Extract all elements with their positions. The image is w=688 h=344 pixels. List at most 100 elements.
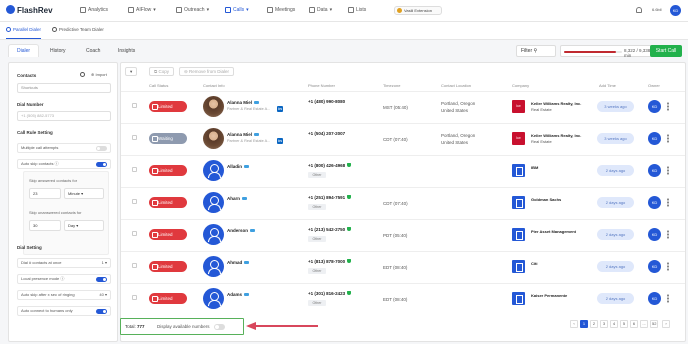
table-row[interactable]: Limited Ahmad +1 (813) 878-7000 Other EDT (0… bbox=[121, 251, 685, 281]
company-name[interactable]: Keller Williams Realty, Inc. Real Estate bbox=[531, 101, 581, 113]
app-logo[interactable]: FlashRev bbox=[6, 5, 53, 15]
table-row[interactable]: Waiting Alanna Miel Partner & Real Estate … bbox=[121, 123, 685, 153]
nav-calls[interactable]: Calls ▾ bbox=[225, 7, 249, 13]
table-row[interactable]: Limited Anderson +1 (213) 542-2750 Other PDT… bbox=[121, 219, 685, 249]
row-menu-icon[interactable] bbox=[667, 102, 669, 111]
tab-dialer[interactable]: Dialer bbox=[8, 44, 40, 57]
phone-number[interactable]: +1 (480) 990-8080 bbox=[308, 99, 345, 104]
row-checkbox[interactable] bbox=[132, 135, 137, 140]
phone-number[interactable]: +1 (251) 894-7591 bbox=[308, 195, 352, 200]
row-checkbox[interactable] bbox=[132, 231, 137, 236]
page-button[interactable]: 52 bbox=[650, 320, 659, 328]
auto-skip-ringing-select[interactable]: 40 ▾ bbox=[99, 291, 107, 299]
select-all-dropdown[interactable]: ▾ bbox=[125, 67, 138, 76]
contact-name[interactable]: Alanna Miel bbox=[227, 100, 260, 105]
page-button[interactable]: 4 bbox=[610, 320, 618, 328]
owner-avatar[interactable]: KD bbox=[648, 132, 661, 145]
owner-avatar[interactable]: KD bbox=[648, 260, 661, 273]
row-checkbox[interactable] bbox=[132, 295, 137, 300]
phone-number[interactable]: +1 (504) 207-2007 bbox=[308, 131, 345, 136]
contact-name[interactable]: Ahmad bbox=[227, 260, 250, 265]
header-company[interactable]: Company bbox=[512, 83, 529, 88]
contact-name[interactable]: Alladin bbox=[227, 164, 250, 169]
contact-name[interactable]: Anderson bbox=[227, 228, 256, 233]
page-button[interactable]: 6 bbox=[630, 320, 638, 328]
contact-name[interactable]: Adams bbox=[227, 292, 250, 297]
company-name[interactable]: Citi bbox=[531, 261, 537, 267]
import-button[interactable]: ⊕ Import bbox=[91, 72, 107, 77]
table-row[interactable]: Limited Adams +1 (301) 816-2423 Other EDT (0… bbox=[121, 283, 685, 313]
filter-button[interactable]: Filter ⚲ bbox=[516, 45, 556, 57]
owner-avatar[interactable]: KD bbox=[648, 228, 661, 241]
header-owner[interactable]: Owner bbox=[648, 83, 660, 88]
company-name[interactable]: Pier Asset Management bbox=[531, 229, 576, 235]
phone-number[interactable]: +1 (213) 542-2750 bbox=[308, 227, 352, 232]
row-checkbox[interactable] bbox=[132, 263, 137, 268]
phone-number[interactable]: +1 (800) 426-4968 bbox=[308, 163, 352, 168]
start-call-button[interactable]: Start Call bbox=[650, 45, 682, 57]
bell-icon[interactable] bbox=[636, 7, 642, 13]
contact-name[interactable]: Alanna Miel bbox=[227, 132, 260, 137]
linkedin-icon[interactable]: in bbox=[277, 138, 283, 144]
next-page-icon[interactable]: › bbox=[662, 320, 670, 328]
nav-lists[interactable]: Lists bbox=[348, 7, 366, 13]
row-menu-icon[interactable] bbox=[667, 294, 669, 303]
company-name[interactable]: Keller Williams Realty, Inc. Real Estate bbox=[531, 133, 581, 145]
row-menu-icon[interactable] bbox=[667, 134, 669, 143]
dial-number-select[interactable]: +1 (505) 882-5773 bbox=[17, 111, 111, 121]
row-menu-icon[interactable] bbox=[667, 262, 669, 271]
contact-name[interactable]: Aharn bbox=[227, 196, 248, 201]
row-checkbox[interactable] bbox=[132, 103, 137, 108]
local-presence-toggle[interactable] bbox=[96, 277, 107, 282]
company-name[interactable]: Kaiser Permanente bbox=[531, 293, 567, 299]
nav-outreach[interactable]: Outreach ▾ bbox=[176, 7, 209, 13]
owner-avatar[interactable]: KD bbox=[648, 164, 661, 177]
header-phone-number[interactable]: Phone Number bbox=[308, 83, 335, 88]
table-row[interactable]: Limited Aharn +1 (251) 894-7591 Other CDT (0… bbox=[121, 187, 685, 217]
header-timezone[interactable]: Timezone bbox=[383, 83, 400, 88]
nav-data[interactable]: Data ▾ bbox=[309, 7, 332, 13]
owner-avatar[interactable]: KD bbox=[648, 100, 661, 113]
table-row[interactable]: Limited Alanna Miel Partner & Real Estate … bbox=[121, 91, 685, 121]
header-add-time[interactable]: Add Time bbox=[599, 83, 616, 88]
company-name[interactable]: IBM bbox=[531, 165, 538, 171]
skip-unanswered-unit[interactable]: Day ▾ bbox=[64, 220, 104, 231]
header-contact-location[interactable]: Contact Location bbox=[441, 83, 471, 88]
table-row[interactable]: Limited Alladin +1 (800) 426-4968 Other IBM 2… bbox=[121, 155, 685, 185]
owner-avatar[interactable]: KD bbox=[648, 196, 661, 209]
user-avatar[interactable]: KD bbox=[670, 5, 681, 16]
subtab-parallel-dialer[interactable]: Parallel Dialer bbox=[6, 27, 42, 39]
prev-page-icon[interactable]: ‹ bbox=[570, 320, 578, 328]
page-button[interactable]: 5 bbox=[620, 320, 628, 328]
skip-answered-input[interactable]: 23 bbox=[29, 188, 61, 199]
tab-insights[interactable]: Insights bbox=[118, 48, 135, 54]
row-checkbox[interactable] bbox=[132, 167, 137, 172]
dial-contacts-select[interactable]: 1 ▾ bbox=[102, 259, 107, 267]
page-button[interactable]: 2 bbox=[590, 320, 598, 328]
skip-answered-unit[interactable]: Minute ▾ bbox=[64, 188, 104, 199]
row-menu-icon[interactable] bbox=[667, 230, 669, 239]
tab-coach[interactable]: Coach bbox=[86, 48, 100, 54]
header-contact-info[interactable]: Contact Info bbox=[203, 83, 225, 88]
linkedin-icon[interactable]: in bbox=[277, 106, 283, 112]
settings-icon[interactable] bbox=[80, 72, 85, 77]
header-call-status[interactable]: Call Status bbox=[149, 83, 168, 88]
remove-from-dialer-button[interactable]: ⊖ Remove from Dialer bbox=[179, 67, 235, 76]
multiple-call-attempts-toggle[interactable] bbox=[96, 146, 107, 151]
subtab-predictive-team-dialer[interactable]: Predictive Team Dialer bbox=[52, 27, 104, 32]
nav-aiflow[interactable]: AIFlow ▾ bbox=[128, 7, 156, 13]
display-available-numbers-toggle[interactable] bbox=[214, 324, 225, 330]
page-button[interactable]: 1 bbox=[580, 320, 588, 328]
owner-avatar[interactable]: KD bbox=[648, 292, 661, 305]
contacts-select[interactable]: Shortcuts bbox=[17, 83, 111, 93]
nav-analytics[interactable]: Analytics bbox=[80, 7, 108, 13]
row-checkbox[interactable] bbox=[132, 199, 137, 204]
phone-number[interactable]: +1 (813) 878-7000 bbox=[308, 259, 352, 264]
row-menu-icon[interactable] bbox=[667, 166, 669, 175]
phone-number[interactable]: +1 (301) 816-2423 bbox=[308, 291, 352, 296]
auto-skip-contacts-toggle[interactable] bbox=[96, 162, 107, 167]
row-menu-icon[interactable] bbox=[667, 198, 669, 207]
auto-connect-toggle[interactable] bbox=[96, 309, 107, 314]
copy-button[interactable]: ⧉ Copy bbox=[149, 67, 174, 76]
skip-unanswered-input[interactable]: 30 bbox=[29, 220, 61, 231]
